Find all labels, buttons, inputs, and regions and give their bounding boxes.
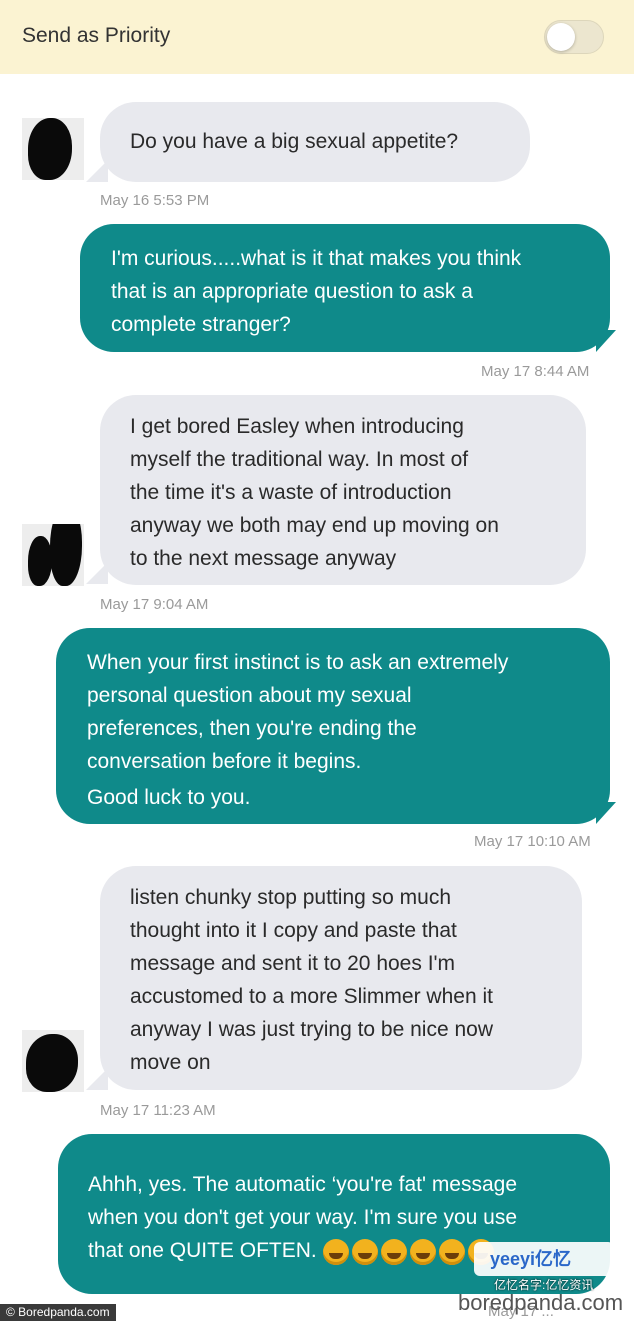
message-line: Good luck to you. (87, 786, 251, 809)
message-line: conversation before it begins. (87, 750, 362, 773)
message-line: message and sent it to 20 hoes I'm (130, 952, 456, 975)
laughing-emoji-icon (322, 1239, 349, 1266)
priority-toggle[interactable] (544, 20, 604, 54)
message-line: I'm curious.....what is it that makes yo… (111, 247, 522, 270)
message-line: anyway I was just trying to be nice now (130, 1018, 494, 1041)
message-timestamp: May 17 8:44 AM (481, 363, 590, 380)
toggle-knob (547, 23, 575, 51)
avatar (22, 118, 84, 180)
boredpanda-watermark: boredpanda.com (458, 1290, 624, 1315)
message-line: I get bored Easley when introducing (130, 415, 464, 438)
message-line: accustomed to a more Slimmer when it (130, 985, 493, 1008)
message-line: When your first instinct is to ask an ex… (87, 651, 509, 674)
message-line: listen chunky stop putting so much (130, 886, 452, 909)
message-line: when you don't get your way. I'm sure yo… (88, 1206, 518, 1229)
avatar (22, 524, 84, 586)
message-timestamp: May 17 11:23 AM (100, 1102, 216, 1119)
message-line: to the next message anyway (130, 547, 397, 570)
message-timestamp: May 17 10:10 AM (474, 833, 591, 850)
laughing-emoji-icon (380, 1239, 407, 1266)
message-line: that is an appropriate question to ask a (111, 280, 473, 303)
message-line: move on (130, 1051, 211, 1074)
message-bubble-incoming: Do you have a big sexual appetite? (100, 102, 530, 182)
message-line: myself the traditional way. In most of (130, 448, 469, 471)
message-line: thought into it I copy and paste that (130, 919, 457, 942)
priority-bar: Send as Priority (0, 0, 634, 74)
yeeyi-watermark: yeeyi亿忆 (490, 1249, 572, 1269)
message-line: the time it's a waste of introduction (130, 481, 452, 504)
bubble-tail (596, 330, 616, 352)
message-timestamp: May 17 9:04 AM (100, 596, 209, 613)
bubble-tail (596, 802, 616, 824)
laughing-emoji-icon (438, 1239, 465, 1266)
priority-label: Send as Priority (22, 24, 171, 47)
message-text: that one QUITE OFTEN. (88, 1239, 317, 1262)
message-line: anyway we both may end up moving on (130, 514, 499, 537)
emoji-row (322, 1235, 497, 1268)
message-bubble-incoming: listen chunky stop putting so much thoug… (100, 866, 582, 1090)
rofl-emoji-icon (351, 1239, 378, 1266)
rofl-emoji-icon (409, 1239, 436, 1266)
avatar (22, 1030, 84, 1092)
message-line: Do you have a big sexual appetite? (130, 130, 459, 153)
message-bubble-incoming: I get bored Easley when introducing myse… (100, 395, 586, 585)
message-timestamp: May 16 5:53 PM (100, 192, 210, 209)
message-bubble-outgoing: When your first instinct is to ask an ex… (56, 628, 610, 824)
message-line: personal question about my sexual (87, 684, 412, 707)
message-line: complete stranger? (111, 313, 291, 336)
message-line: preferences, then you're ending the (87, 717, 417, 740)
credit-label: © Boredpanda.com (0, 1304, 116, 1321)
message-line: Ahhh, yes. The automatic ‘you're fat' me… (88, 1173, 518, 1196)
message-bubble-outgoing: I'm curious.....what is it that makes yo… (80, 224, 610, 352)
